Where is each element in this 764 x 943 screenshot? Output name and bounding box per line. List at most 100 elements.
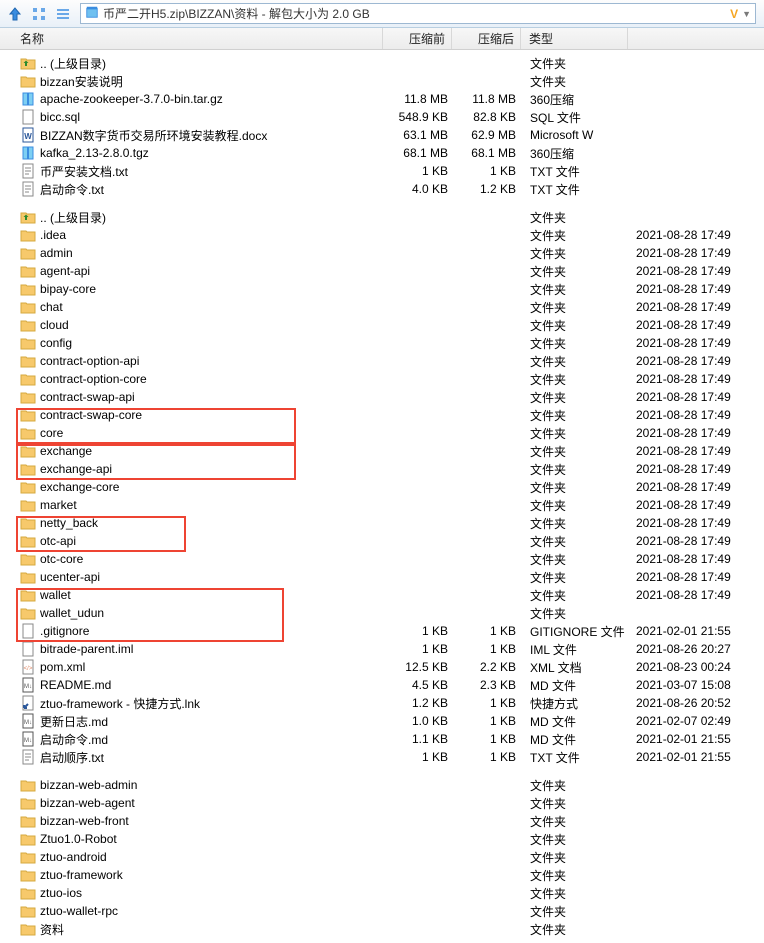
file-date: 2021-02-07 02:49 (628, 714, 764, 728)
file-row[interactable]: otc-core文件夹2021-08-28 17:49 (0, 550, 764, 568)
md-icon: M↓ (20, 677, 36, 693)
file-row[interactable]: bipay-core文件夹2021-08-28 17:49 (0, 280, 764, 298)
file-row[interactable]: M↓启动命令.md1.1 KB1 KBMD 文件2021-02-01 21:55 (0, 730, 764, 748)
file-row[interactable]: M↓README.md4.5 KB2.3 KBMD 文件2021-03-07 1… (0, 676, 764, 694)
file-row[interactable]: M↓更新日志.md1.0 KB1 KBMD 文件2021-02-07 02:49 (0, 712, 764, 730)
file-row[interactable]: wallet文件夹2021-08-28 17:49 (0, 586, 764, 604)
file-row[interactable]: 资料文件夹 (0, 920, 764, 938)
col-type[interactable]: 类型 (521, 30, 627, 47)
dropdown-icon[interactable]: ▼ (742, 9, 751, 19)
file-row[interactable]: netty_back文件夹2021-08-28 17:49 (0, 514, 764, 532)
file-row[interactable]: core文件夹2021-08-28 17:49 (0, 424, 764, 442)
file-row[interactable]: ztuo-android文件夹 (0, 848, 764, 866)
file-row[interactable]: ztuo-wallet-rpc文件夹 (0, 902, 764, 920)
file-name: Ztuo1.0-Robot (40, 832, 386, 846)
file-type: 文件夹 (522, 849, 628, 866)
file-type: 文件夹 (522, 795, 628, 812)
file-row[interactable]: .idea文件夹2021-08-28 17:49 (0, 226, 764, 244)
up-button[interactable] (4, 3, 26, 25)
file-row[interactable]: admin文件夹2021-08-28 17:49 (0, 244, 764, 262)
file-row[interactable]: 币严安装文档.txt1 KB1 KBTXT 文件 (0, 162, 764, 180)
archive-icon (85, 5, 99, 22)
file-type: MD 文件 (522, 677, 628, 694)
file-row[interactable]: ztuo-framework - 快捷方式.lnk1.2 KB1 KB快捷方式2… (0, 694, 764, 712)
file-type: 文件夹 (522, 263, 628, 280)
col-name[interactable]: 名称 (0, 30, 382, 47)
file-row[interactable]: Ztuo1.0-Robot文件夹 (0, 830, 764, 848)
address-text: 币严二开H5.zip\BIZZAN\资料 - 解包大小为 2.0 GB (103, 5, 726, 22)
xml-icon: </> (20, 659, 36, 675)
folder-icon (20, 849, 36, 865)
file-row[interactable]: </>pom.xml12.5 KB2.2 KBXML 文档2021-08-23 … (0, 658, 764, 676)
col-post[interactable]: 压缩后 (452, 30, 520, 47)
file-row[interactable]: 启动顺序.txt1 KB1 KBTXT 文件2021-02-01 21:55 (0, 748, 764, 766)
file-row[interactable]: apache-zookeeper-3.7.0-bin.tar.gz11.8 MB… (0, 90, 764, 108)
file-post-size: 11.8 MB (454, 92, 522, 106)
file-name: agent-api (40, 264, 386, 278)
file-row[interactable]: bicc.sql548.9 KB82.8 KBSQL 文件 (0, 108, 764, 126)
file-name: exchange-api (40, 462, 386, 476)
file-date: 2021-08-26 20:52 (628, 696, 764, 710)
confirm-icon[interactable]: V (730, 7, 738, 21)
address-bar[interactable]: 币严二开H5.zip\BIZZAN\资料 - 解包大小为 2.0 GB V ▼ (80, 3, 756, 24)
file-row[interactable]: contract-swap-api文件夹2021-08-28 17:49 (0, 388, 764, 406)
folder-icon (20, 903, 36, 919)
file-row[interactable]: otc-api文件夹2021-08-28 17:49 (0, 532, 764, 550)
file-name: core (40, 426, 386, 440)
md-icon: M↓ (20, 731, 36, 747)
file-row[interactable]: bizzan安装说明文件夹 (0, 72, 764, 90)
col-pre[interactable]: 压缩前 (383, 30, 451, 47)
file-row[interactable]: contract-option-core文件夹2021-08-28 17:49 (0, 370, 764, 388)
file-row[interactable]: ztuo-ios文件夹 (0, 884, 764, 902)
file-row[interactable]: chat文件夹2021-08-28 17:49 (0, 298, 764, 316)
file-date: 2021-08-28 17:49 (628, 516, 764, 530)
file-row[interactable]: bizzan-web-admin文件夹 (0, 776, 764, 794)
file-row[interactable]: .gitignore1 KB1 KBGITIGNORE 文件2021-02-01… (0, 622, 764, 640)
file-row[interactable]: wallet_udun文件夹 (0, 604, 764, 622)
file-post-size: 1 KB (454, 750, 522, 764)
file-row[interactable]: contract-option-api文件夹2021-08-28 17:49 (0, 352, 764, 370)
file-row[interactable]: exchange-core文件夹2021-08-28 17:49 (0, 478, 764, 496)
folder-icon (20, 389, 36, 405)
file-row[interactable]: .. (上级目录)文件夹 (0, 54, 764, 72)
file-post-size: 1 KB (454, 164, 522, 178)
view-icons-button[interactable] (28, 3, 50, 25)
file-type: 快捷方式 (522, 695, 628, 712)
file-name: ucenter-api (40, 570, 386, 584)
file-row[interactable]: config文件夹2021-08-28 17:49 (0, 334, 764, 352)
file-row[interactable]: ztuo-framework文件夹 (0, 866, 764, 884)
file-row[interactable]: bizzan-web-front文件夹 (0, 812, 764, 830)
folder-icon (20, 777, 36, 793)
file-row[interactable]: cloud文件夹2021-08-28 17:49 (0, 316, 764, 334)
file-post-size: 1 KB (454, 714, 522, 728)
file-row[interactable]: bizzan-web-agent文件夹 (0, 794, 764, 812)
file-row[interactable]: WBIZZAN数字货币交易所环境安装教程.docx63.1 MB62.9 MBM… (0, 126, 764, 144)
file-name: kafka_2.13-2.8.0.tgz (40, 146, 386, 160)
file-type: 文件夹 (522, 407, 628, 424)
file-row[interactable]: exchange-api文件夹2021-08-28 17:49 (0, 460, 764, 478)
file-row[interactable]: agent-api文件夹2021-08-28 17:49 (0, 262, 764, 280)
file-name: bipay-core (40, 282, 386, 296)
folder-up-icon (20, 209, 36, 225)
file-type: 文件夹 (522, 885, 628, 902)
file-type: 文件夹 (522, 867, 628, 884)
file-name: contract-swap-core (40, 408, 386, 422)
file-row[interactable]: .. (上级目录)文件夹 (0, 208, 764, 226)
file-pre-size: 1.2 KB (386, 696, 454, 710)
svg-text:M↓: M↓ (24, 738, 32, 744)
file-row[interactable]: ucenter-api文件夹2021-08-28 17:49 (0, 568, 764, 586)
file-row[interactable]: kafka_2.13-2.8.0.tgz68.1 MB68.1 MB360压缩 (0, 144, 764, 162)
folder-icon (20, 407, 36, 423)
file-type: 文件夹 (522, 245, 628, 262)
file-row[interactable]: bitrade-parent.iml1 KB1 KBIML 文件2021-08-… (0, 640, 764, 658)
file-row[interactable]: 启动命令.txt4.0 KB1.2 KBTXT 文件 (0, 180, 764, 198)
file-row[interactable]: contract-swap-core文件夹2021-08-28 17:49 (0, 406, 764, 424)
file-row[interactable]: market文件夹2021-08-28 17:49 (0, 496, 764, 514)
file-row[interactable]: exchange文件夹2021-08-28 17:49 (0, 442, 764, 460)
column-header[interactable]: 名称 压缩前 压缩后 类型 (0, 28, 764, 50)
file-name: admin (40, 246, 386, 260)
folder-icon (20, 371, 36, 387)
file-name: 资料 (40, 921, 386, 938)
view-list-button[interactable] (52, 3, 74, 25)
archive-icon (20, 145, 36, 161)
